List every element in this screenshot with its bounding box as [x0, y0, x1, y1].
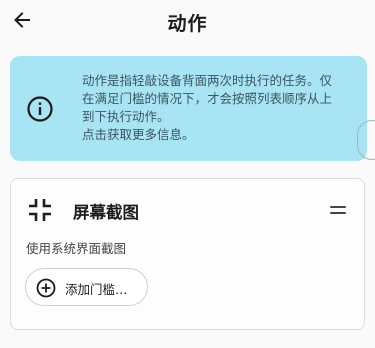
drag-handle-icon[interactable]: [327, 201, 349, 219]
screen: 动作 动作是指轻敲设备背面两次时执行的任务。仅 在满足门槛的情况下，才会按照列表…: [0, 0, 375, 348]
info-circle-icon: [27, 96, 53, 122]
fullscreen-exit-icon: [29, 199, 51, 221]
add-threshold-button[interactable]: 添加门槛…: [25, 268, 148, 306]
info-line: 动作是指轻敲设备背面两次时执行的任务。仅: [82, 73, 333, 88]
info-line: 在满足门槛的情况下，才会按照列表顺序从上: [82, 91, 333, 106]
add-threshold-label: 添加门槛…: [65, 282, 128, 297]
action-title: 屏幕截图: [73, 203, 139, 222]
page-title: 动作: [167, 13, 208, 35]
edge-panel-handle[interactable]: [357, 120, 375, 160]
action-description: 使用系统界面截图: [26, 241, 127, 256]
info-text: 动作是指轻敲设备背面两次时执行的任务。仅 在满足门槛的情况下，才会按照列表顺序从…: [82, 72, 362, 144]
add-circle-icon: [36, 278, 56, 298]
info-more-link[interactable]: 点击获取更多信息。: [82, 126, 362, 144]
action-card-screenshot: 屏幕截图 使用系统界面截图 添加门槛…: [10, 178, 365, 330]
info-line: 到下执行动作。: [82, 109, 170, 124]
info-banner[interactable]: 动作是指轻敲设备背面两次时执行的任务。仅 在满足门槛的情况下，才会按照列表顺序从…: [10, 56, 367, 161]
app-bar: 动作: [0, 0, 375, 42]
